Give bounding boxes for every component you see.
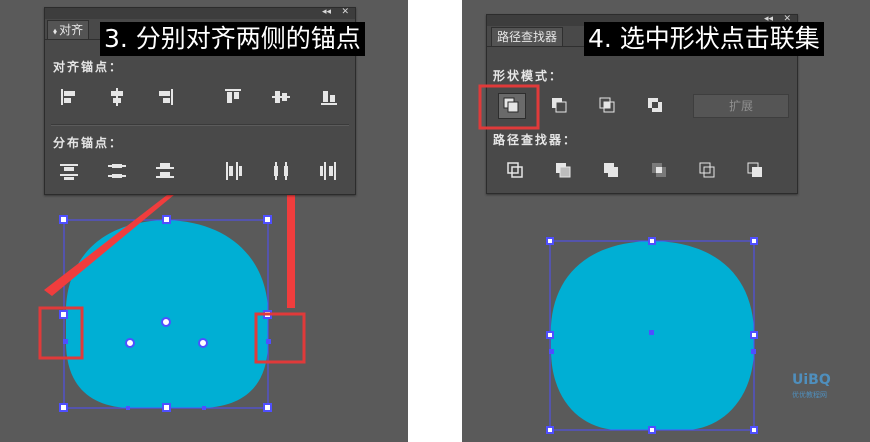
distribute-horizontal-center-icon[interactable] xyxy=(269,160,293,182)
distribute-bottom-icon[interactable] xyxy=(153,160,177,182)
distribute-left-icon[interactable] xyxy=(221,160,245,182)
distribute-right-icon[interactable] xyxy=(317,160,341,182)
right-step-pane: ◂◂ ✕ 路径查找器 形状模式： 扩展 路径查找器： 4. 选中形状点击联集 U… xyxy=(462,0,870,442)
distribute-top-icon[interactable] xyxy=(57,160,81,182)
tab-align[interactable]: ⬧ 对齐 xyxy=(47,20,90,40)
align-top-icon[interactable] xyxy=(221,86,245,108)
align-vertical-center-icon[interactable] xyxy=(269,86,293,108)
close-panel-icon[interactable]: ✕ xyxy=(341,7,349,18)
align-left-icon[interactable] xyxy=(57,86,81,108)
distribute-vertical-center-icon[interactable] xyxy=(105,160,129,182)
distribute-anchors-label: 分布锚点： xyxy=(53,136,124,150)
unite-button-highlight xyxy=(478,84,540,130)
shape-blob-left xyxy=(65,220,269,408)
align-bottom-icon[interactable] xyxy=(317,86,341,108)
step-4-title: 4. 选中形状点击联集 xyxy=(584,22,824,56)
align-right-icon[interactable] xyxy=(153,86,177,108)
panel-separator xyxy=(51,124,349,126)
panel-titlebar xyxy=(45,8,355,19)
pane-divider xyxy=(408,0,462,442)
step-3-title: 3. 分别对齐两侧的锚点 xyxy=(100,22,365,56)
tab-align-label: 对齐 xyxy=(59,23,84,37)
collapse-panel-icon[interactable]: ◂◂ xyxy=(322,7,331,18)
align-anchors-label: 对齐锚点： xyxy=(53,60,124,74)
tab-toggle-icon: ⬧ xyxy=(53,27,58,37)
align-horizontal-center-icon[interactable] xyxy=(105,86,129,108)
watermark-caption: 优优教程网 xyxy=(792,391,827,399)
left-step-pane: ◂◂ ✕ ⬧ 对齐 对齐锚点： 分布锚点： 3. 分别对齐两侧的锚点 xyxy=(0,0,408,442)
watermark-logo: UiBQ xyxy=(792,372,831,388)
